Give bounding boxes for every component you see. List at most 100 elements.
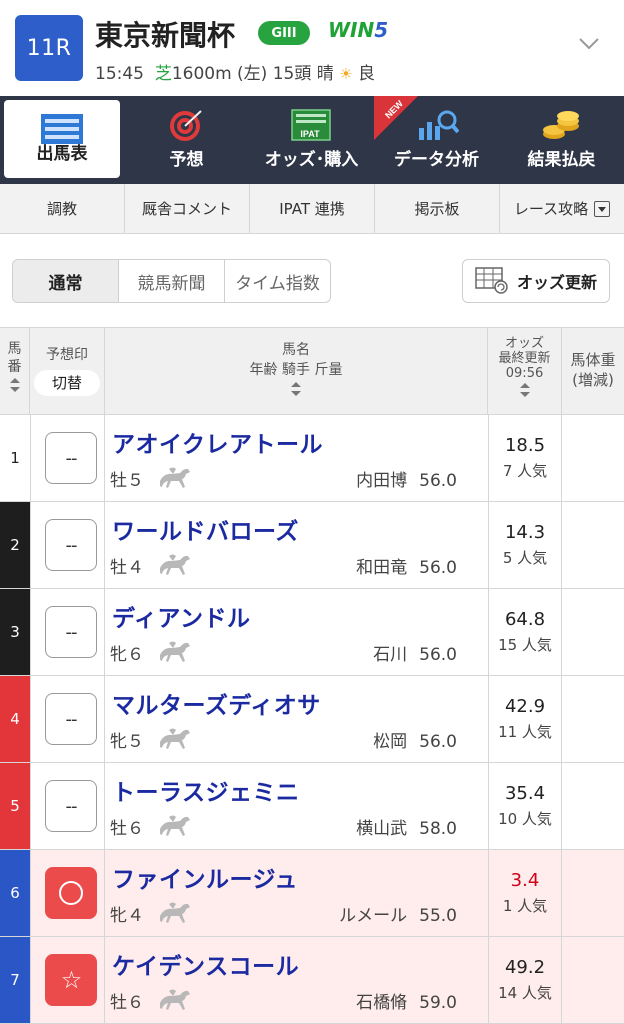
col-odds[interactable]: オッズ 最終更新 09:56 [488,328,562,414]
sun-icon: ☀ [339,65,353,83]
sub-nav-stable-comments[interactable]: 厩舎コメント [125,184,250,233]
nav-data-analysis[interactable]: NEW データ分析 [374,96,499,184]
nav-label: オッズ･購入 [264,150,359,170]
table-header: 馬 番 予想印 切替 馬名 年齢 騎手 斤量 オッズ 最終更新 09:56 馬体… [0,327,624,415]
horse-row[interactable]: 3 -- ディアンドル 牝６ 石川 56.0 64.8 15 人気 [0,589,624,676]
carried-weight: 56.0 [419,558,457,578]
mark-toggle-button[interactable]: 切替 [34,370,100,396]
track-condition: 良 [358,64,376,84]
prediction-mark-button[interactable]: -- [45,780,97,832]
popularity: 10 人気 [498,810,552,828]
horse-number: 7 [0,937,30,1023]
horse-name[interactable]: ケイデンスコール [112,947,299,981]
tab-normal[interactable]: 通常 [13,260,119,302]
popularity: 14 人気 [498,984,552,1002]
horse-number: 5 [0,763,30,849]
horse-number: 3 [0,589,30,675]
odds-value: 3.4 [510,870,540,891]
sort-icon [291,382,301,396]
sub-nav-training[interactable]: 調教 [0,184,125,233]
horse-row[interactable]: 6 ファインルージュ 牝４ ルメール 55.0 3.4 1 人気 [0,850,624,937]
odds-value: 42.9 [504,696,546,717]
horse-row[interactable]: 2 -- ワールドバローズ 牡４ 和田竜 56.0 14.3 5 人気 [0,502,624,589]
view-tabs: 通常 競馬新聞 タイム指数 [12,259,331,303]
sex-age: 牝４ [110,906,144,926]
tab-time-index[interactable]: タイム指数 [225,260,330,302]
odds-value: 14.3 [504,522,546,543]
chart-search-icon [418,110,459,140]
nav-label: データ分析 [394,150,479,170]
horse-number: 1 [0,415,30,501]
race-time: 15:45 [95,64,144,84]
horse-number: 4 [0,676,30,762]
carried-weight: 56.0 [419,471,457,491]
odds-update-button[interactable]: オッズ更新 [462,259,610,303]
odds-value: 35.4 [504,783,546,804]
sub-nav: 調教 厩舎コメント IPAT 連携 掲示板 レース攻略 [0,184,624,234]
jockey-name: 横山武 [356,819,408,839]
prediction-mark-button[interactable]: ☆ [45,954,97,1006]
horse-row[interactable]: 4 -- マルターズディオサ 牝５ 松岡 56.0 42.9 11 人気 [0,676,624,763]
surface-label: 芝 [154,64,172,84]
tab-racing-newspaper[interactable]: 競馬新聞 [119,260,225,302]
circle-mark-icon [59,881,83,905]
sex-age: 牡６ [110,819,144,839]
odds-value: 64.8 [504,609,546,630]
horse-name[interactable]: ファインルージュ [112,860,298,894]
horse-icon [160,728,190,749]
horse-row[interactable]: 7 ☆ ケイデンスコール 牡６ 石橋脩 59.0 49.2 14 人気 [0,937,624,1024]
sub-nav-board[interactable]: 掲示板 [375,184,500,233]
prediction-mark-button[interactable]: -- [45,519,97,571]
sex-age: 牡４ [110,558,144,578]
horse-row[interactable]: 1 -- アオイクレアトール 牡５ 内田博 56.0 18.5 7 人気 [0,415,624,502]
jockey-name: 松岡 [373,732,408,752]
nav-label: 結果払戻 [527,150,596,170]
horse-icon [160,554,190,575]
jockey-name: 内田博 [356,471,408,491]
sort-icon [519,383,530,397]
prediction-mark-button[interactable]: -- [45,693,97,745]
sex-age: 牝５ [110,732,144,752]
col-horse-name[interactable]: 馬名 年齢 騎手 斤量 [105,328,488,414]
horse-name[interactable]: トーラスジェミニ [112,773,300,807]
nav-odds-purchase[interactable]: IPAT オッズ･購入 [249,96,374,184]
horse-icon [160,989,190,1010]
nav-race-card[interactable]: 出馬表 [4,100,120,178]
carried-weight: 58.0 [419,819,457,839]
race-conditions: 1600m (左) 15頭 晴 [171,64,334,84]
prediction-mark-button[interactable]: -- [45,432,97,484]
race-card-icon [41,114,83,144]
sex-age: 牝６ [110,645,144,665]
horse-name[interactable]: ワールドバローズ [112,512,299,546]
horse-name[interactable]: マルターズディオサ [112,686,321,720]
prediction-mark-button[interactable] [45,867,97,919]
jockey-name: 石橋脩 [356,993,408,1013]
carried-weight: 56.0 [419,645,457,665]
win5-badge: WIN5 [328,18,389,42]
horse-name[interactable]: アオイクレアトール [112,425,323,459]
odds-value: 49.2 [504,957,546,978]
horse-icon [160,641,190,662]
horse-row[interactable]: 5 -- トーラスジェミニ 牡６ 横山武 58.0 35.4 10 人気 [0,763,624,850]
jockey-name: ルメール [339,906,408,926]
horse-icon [160,815,190,836]
prediction-mark-button[interactable]: -- [45,606,97,658]
popularity: 11 人気 [498,723,552,741]
jockey-name: 石川 [373,645,408,665]
sex-age: 牡５ [110,471,144,491]
jockey-name: 和田竜 [356,558,408,578]
nav-prediction[interactable]: 予想 [124,96,249,184]
grade-badge: GIII [258,21,310,45]
race-title: 東京新聞杯 [95,19,236,52]
popularity: 1 人気 [502,897,548,915]
chevron-down-icon[interactable] [576,30,602,56]
horse-name[interactable]: ディアンドル [112,599,250,633]
coins-icon [542,111,579,139]
ipat-icon: IPAT [290,109,331,141]
popularity: 7 人気 [502,462,548,480]
col-horse-number[interactable]: 馬 番 [0,328,30,414]
nav-results[interactable]: 結果払戻 [499,96,624,184]
sub-nav-race-strategy[interactable]: レース攻略 [500,184,624,233]
sub-nav-ipat-link[interactable]: IPAT 連携 [250,184,375,233]
popularity: 5 人気 [502,549,548,567]
